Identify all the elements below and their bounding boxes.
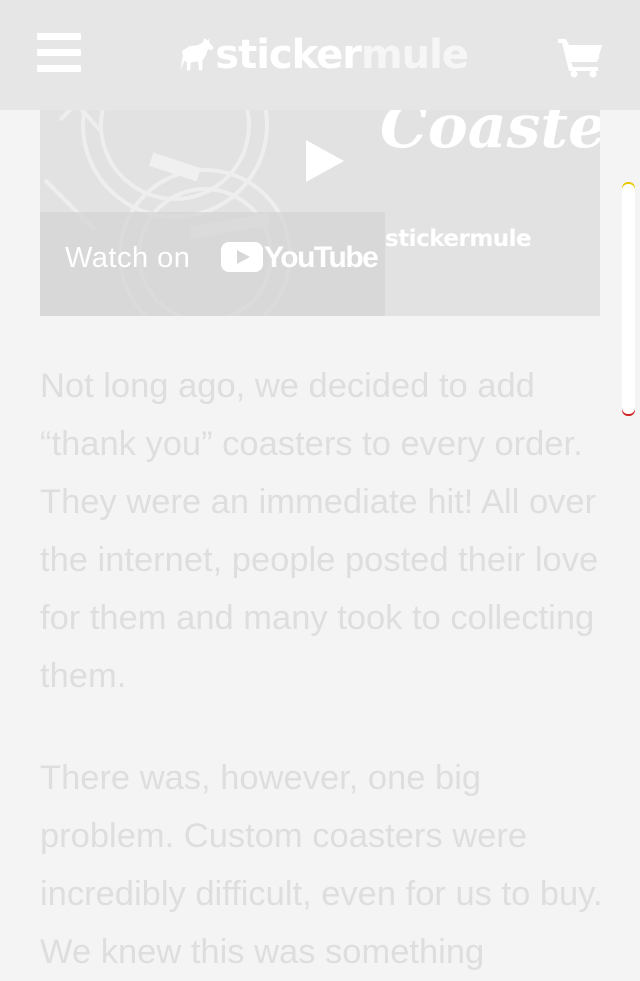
youtube-wordmark[interactable]: YouTube: [264, 241, 379, 275]
site-header: sticker mule: [0, 0, 640, 110]
hamburger-menu-icon[interactable]: [37, 33, 81, 73]
article-paragraph: There was, however, one big problem. Cus…: [40, 759, 603, 971]
shopping-cart-icon[interactable]: [556, 36, 604, 78]
logo-text-mule: mule: [361, 32, 469, 78]
watch-on-label[interactable]: Watch on: [65, 242, 190, 275]
site-logo[interactable]: sticker mule: [178, 28, 469, 82]
mule-icon: [180, 37, 214, 71]
play-icon[interactable]: [306, 140, 346, 182]
logo-text-sticker: sticker: [215, 32, 362, 78]
article-body: Not long ago, we decided to add “thank y…: [40, 357, 610, 981]
youtube-icon[interactable]: [221, 241, 263, 273]
video-brand-watermark: stickermule: [385, 226, 532, 252]
article-paragraph: Not long ago, we decided to add “thank y…: [40, 367, 599, 695]
scrollbar-thumb[interactable]: [622, 184, 635, 414]
